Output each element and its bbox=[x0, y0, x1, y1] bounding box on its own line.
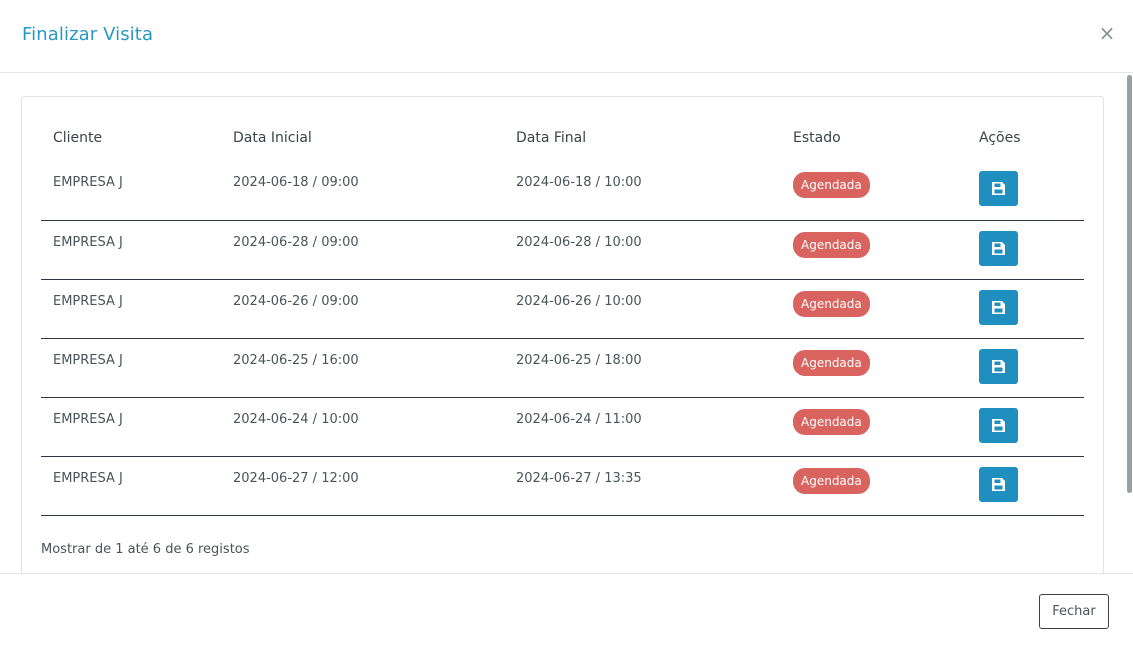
cell-data-final: 2024-06-26 / 10:00 bbox=[516, 293, 642, 309]
save-icon bbox=[992, 241, 1005, 255]
cell-data-final: 2024-06-18 / 10:00 bbox=[516, 175, 642, 190]
column-header-estado[interactable]: Estado bbox=[781, 115, 967, 161]
cell-data-inicial: 2024-06-18 / 09:00 bbox=[233, 175, 359, 190]
status-badge: Agendada bbox=[793, 408, 870, 435]
cell-data-inicial: 2024-06-27 / 12:00 bbox=[233, 470, 359, 486]
save-icon bbox=[992, 300, 1005, 314]
table-row: EMPRESA J 2024-06-24 / 10:00 2024-06-24 … bbox=[41, 397, 1084, 456]
cell-cliente: EMPRESA J bbox=[53, 234, 123, 250]
table-row: EMPRESA J 2024-06-18 / 09:00 2024-06-18 … bbox=[41, 161, 1084, 220]
scrollbar-thumb[interactable] bbox=[1127, 75, 1132, 493]
visits-table: Cliente Data Inicial Data Final Estado A… bbox=[41, 115, 1084, 516]
cell-cliente: EMPRESA J bbox=[53, 411, 123, 427]
save-button[interactable] bbox=[979, 289, 1018, 325]
modal-title: Finalizar Visita bbox=[22, 24, 154, 45]
cell-data-final: 2024-06-28 / 10:00 bbox=[516, 234, 642, 250]
column-header-data-inicial[interactable]: Data Inicial bbox=[221, 115, 504, 161]
table-header-row: Cliente Data Inicial Data Final Estado A… bbox=[41, 115, 1084, 161]
cell-data-final: 2024-06-27 / 13:35 bbox=[516, 470, 642, 486]
table-card: Cliente Data Inicial Data Final Estado A… bbox=[21, 96, 1104, 573]
cell-data-inicial: 2024-06-25 / 16:00 bbox=[233, 352, 359, 368]
scrollbar[interactable] bbox=[1127, 73, 1133, 573]
cell-acoes bbox=[967, 220, 1084, 279]
cell-data-final: 2024-06-25 / 18:00 bbox=[516, 352, 642, 368]
close-button[interactable]: Fechar bbox=[1039, 594, 1109, 629]
status-badge: Agendada bbox=[793, 172, 870, 198]
cell-estado: Agendada bbox=[781, 279, 967, 338]
save-button[interactable] bbox=[979, 230, 1018, 266]
cell-data-final: 2024-06-24 / 11:00 bbox=[516, 411, 642, 427]
cell-acoes bbox=[967, 397, 1084, 456]
close-icon[interactable]: × bbox=[1097, 22, 1117, 44]
status-badge: Agendada bbox=[793, 290, 870, 317]
column-header-data-final[interactable]: Data Final bbox=[504, 115, 781, 161]
cell-estado: Agendada bbox=[781, 161, 967, 220]
cell-cliente: EMPRESA J bbox=[53, 175, 123, 190]
save-icon bbox=[992, 418, 1005, 432]
modal-footer: Fechar bbox=[0, 573, 1133, 645]
cell-acoes bbox=[967, 279, 1084, 338]
cell-cliente: EMPRESA J bbox=[53, 293, 123, 309]
table-row: EMPRESA J 2024-06-27 / 12:00 2024-06-27 … bbox=[41, 456, 1084, 515]
cell-acoes bbox=[967, 161, 1084, 220]
cell-cliente: EMPRESA J bbox=[53, 470, 123, 486]
cell-data-inicial: 2024-06-24 / 10:00 bbox=[233, 411, 359, 427]
cell-acoes bbox=[967, 456, 1084, 515]
save-button[interactable] bbox=[979, 407, 1018, 443]
status-badge: Agendada bbox=[793, 349, 870, 376]
save-icon bbox=[992, 477, 1005, 491]
column-header-acoes: Ações bbox=[979, 130, 1021, 146]
status-badge: Agendada bbox=[793, 231, 870, 258]
table-row: EMPRESA J 2024-06-25 / 16:00 2024-06-25 … bbox=[41, 338, 1084, 397]
save-button[interactable] bbox=[979, 466, 1018, 502]
cell-data-inicial: 2024-06-26 / 09:00 bbox=[233, 293, 359, 309]
cell-estado: Agendada bbox=[781, 397, 967, 456]
cell-cliente: EMPRESA J bbox=[53, 352, 123, 368]
table-row: EMPRESA J 2024-06-28 / 09:00 2024-06-28 … bbox=[41, 220, 1084, 279]
column-header-cliente[interactable]: Cliente bbox=[41, 115, 221, 161]
table-row: EMPRESA J 2024-06-26 / 09:00 2024-06-26 … bbox=[41, 279, 1084, 338]
table-info: Mostrar de 1 até 6 de 6 registos bbox=[41, 542, 250, 557]
modal-body: Cliente Data Inicial Data Final Estado A… bbox=[0, 73, 1133, 573]
cell-estado: Agendada bbox=[781, 220, 967, 279]
save-icon bbox=[992, 359, 1005, 373]
cell-estado: Agendada bbox=[781, 456, 967, 515]
status-badge: Agendada bbox=[793, 467, 870, 494]
modal-header: Finalizar Visita × bbox=[0, 0, 1133, 73]
cell-estado: Agendada bbox=[781, 338, 967, 397]
save-button[interactable] bbox=[979, 171, 1018, 206]
save-icon bbox=[992, 182, 1005, 195]
save-button[interactable] bbox=[979, 348, 1018, 384]
cell-data-inicial: 2024-06-28 / 09:00 bbox=[233, 234, 359, 250]
cell-acoes bbox=[967, 338, 1084, 397]
